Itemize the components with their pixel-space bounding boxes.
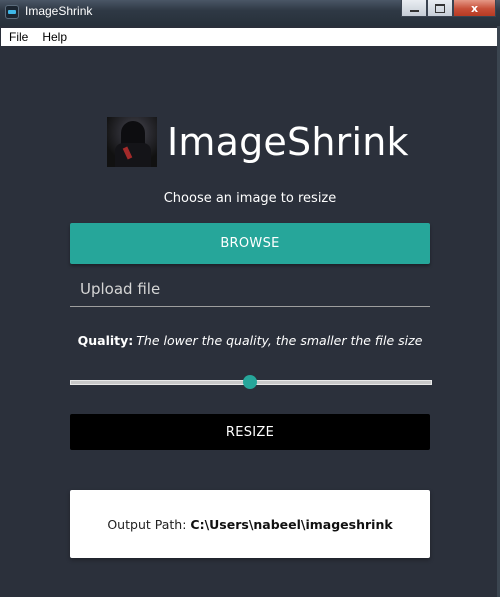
- quality-description: Quality: The lower the quality, the small…: [0, 333, 500, 348]
- maximize-button[interactable]: [427, 0, 453, 17]
- output-path-value: C:\Users\nabeel\imageshrink: [190, 516, 393, 532]
- quality-hint: The lower the quality, the smaller the f…: [136, 333, 423, 348]
- main-content: ImageShrink Choose an image to resize BR…: [0, 46, 500, 597]
- window-title: ImageShrink: [25, 4, 93, 18]
- resize-button[interactable]: RESIZE: [70, 414, 430, 450]
- app-icon: [5, 5, 19, 19]
- upload-file-input[interactable]: [70, 272, 430, 307]
- title-bar[interactable]: ImageShrink x: [0, 0, 500, 26]
- close-button[interactable]: x: [453, 0, 496, 17]
- app-window: ImageShrink x File Help ImageShrink Choo…: [0, 0, 500, 597]
- menu-bar: File Help: [1, 28, 497, 46]
- quality-slider[interactable]: [70, 374, 432, 390]
- output-path-label: Output Path:: [107, 516, 187, 532]
- menu-file[interactable]: File: [5, 28, 32, 46]
- app-title: ImageShrink: [167, 120, 409, 164]
- logo-image: [107, 117, 157, 167]
- window-controls: x: [401, 0, 496, 18]
- slider-thumb[interactable]: [243, 375, 257, 389]
- quality-label: Quality:: [77, 333, 134, 348]
- browse-button[interactable]: BROWSE: [70, 223, 430, 264]
- close-icon: x: [470, 1, 479, 15]
- minimize-button[interactable]: [401, 0, 427, 17]
- output-path-card: Output Path: C:\Users\nabeel\imageshrink: [70, 490, 430, 558]
- subtitle: Choose an image to resize: [163, 191, 337, 206]
- app-header: ImageShrink: [107, 116, 409, 168]
- menu-help[interactable]: Help: [38, 28, 71, 46]
